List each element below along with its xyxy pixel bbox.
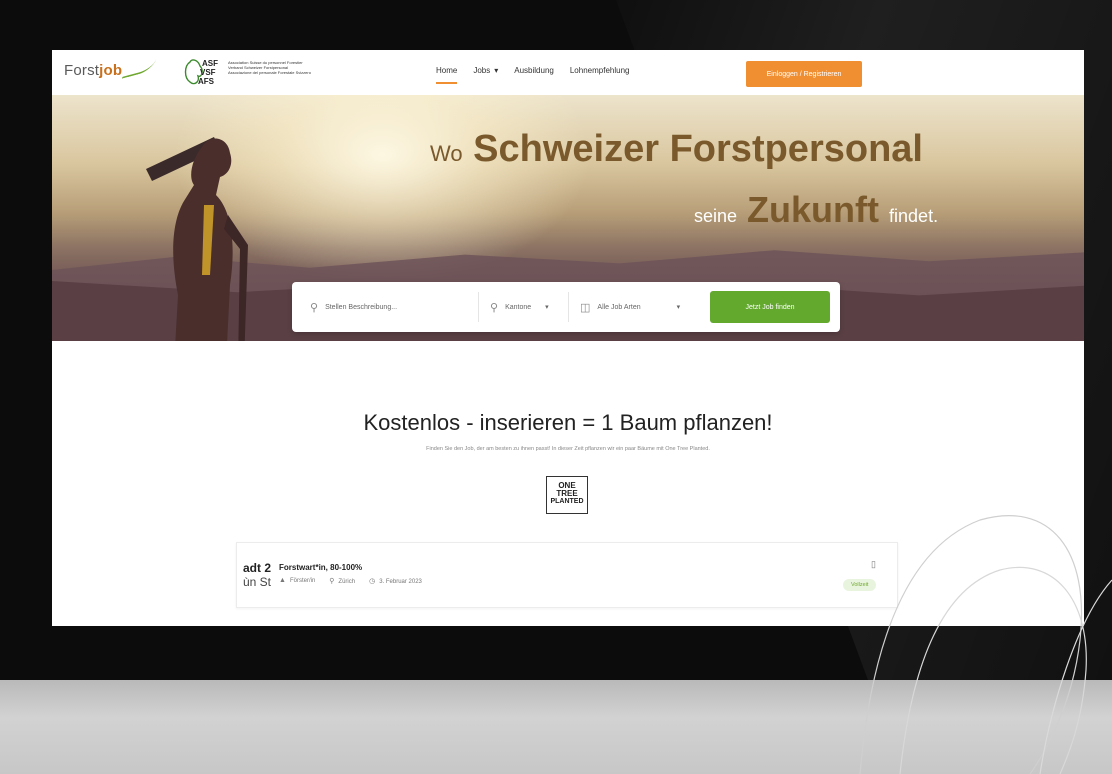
otp-text-tree: TREE <box>556 489 578 498</box>
svg-text:VSF: VSF <box>200 68 216 77</box>
briefcase-icon: ◫ <box>580 301 591 314</box>
leaf-icon <box>121 59 157 79</box>
menu-item-ausbildung[interactable]: Ausbildung <box>514 66 554 84</box>
canton-select[interactable]: ⚲ Kantone ▾ <box>490 282 566 332</box>
hero-text-seine: seine <box>694 206 738 226</box>
company-name: adt 2 ùn St <box>243 561 271 589</box>
login-register-button[interactable]: Einloggen / Registrieren <box>746 61 862 87</box>
promo-subtitle: Finden Sie den Job, der am besten zu ihn… <box>426 446 710 452</box>
hero-headline-line2: seine Zukunft findet. <box>694 189 938 231</box>
job-type-select[interactable]: ◫ Alle Job Arten ▾ <box>580 282 700 332</box>
menu-item-jobs[interactable]: Jobs ▾ <box>473 66 498 84</box>
job-search-bar: ⚲ Stellen Beschreibung... ⚲ Kantone ▾ ◫ … <box>292 282 840 332</box>
keyword-search-field[interactable]: ⚲ Stellen Beschreibung... <box>310 282 470 332</box>
association-logo-icon: ASF VSF AFS <box>184 59 218 86</box>
forstjob-logo[interactable]: Forstjob <box>64 59 157 79</box>
promo-title: Kostenlos - inserieren = 1 Baum pflanzen… <box>363 410 773 435</box>
menu-item-home[interactable]: Home <box>436 66 458 84</box>
job-location-text: Zürich <box>338 579 356 585</box>
graduation-cap-icon: ▲ <box>279 577 286 584</box>
caret-down-icon: ▾ <box>676 304 681 311</box>
menu-item-lohnempfehlung[interactable]: Lohnempfehlung <box>570 66 630 84</box>
employment-type-badge: Vollzeit <box>843 579 877 591</box>
canton-select-label: Kantone <box>505 303 532 311</box>
location-pin-icon: ⚲ <box>490 301 499 314</box>
hero-text-schweizer-forstpersonal: Schweizer Forstpersonal <box>473 128 923 170</box>
job-meta: ▲ Förster/in ⚲ Zürich ◷ 3. Februar 2023 <box>279 577 422 585</box>
logo-text-job: job <box>99 62 123 79</box>
search-divider <box>478 292 479 322</box>
company-name-line1: adt 2 <box>243 561 272 575</box>
svg-text:ASF: ASF <box>202 59 218 68</box>
forester-silhouette-image <box>146 137 248 341</box>
bookmark-icon[interactable]: ▯ <box>871 559 876 570</box>
hero-text-wo: Wo <box>430 141 463 166</box>
hero-text-findet: findet. <box>889 206 939 226</box>
one-tree-planted-logo: ONE TREE PLANTED <box>546 476 588 514</box>
job-title[interactable]: Forstwart*in, 80-100% <box>279 563 362 572</box>
monitor-chin <box>0 680 1112 774</box>
find-job-button[interactable]: Jetzt Job finden <box>710 291 830 323</box>
caret-down-icon: ▾ <box>545 304 549 311</box>
caret-down-icon: ▾ <box>494 66 499 75</box>
job-category: ▲ Förster/in <box>279 577 315 585</box>
keyword-placeholder: Stellen Beschreibung... <box>325 303 398 311</box>
clock-icon: ◷ <box>369 578 376 585</box>
search-divider <box>568 292 569 322</box>
job-category-text: Förster/in <box>289 578 316 584</box>
company-name-line2: ùn St <box>243 575 272 589</box>
association-name: Association Suisse du personnel Forestie… <box>228 60 338 75</box>
svg-text:AFS: AFS <box>198 77 215 86</box>
hero-text-zukunft: Zukunft <box>747 189 880 230</box>
menu-item-jobs-label: Jobs <box>473 66 491 75</box>
otp-text-planted: PLANTED <box>550 498 584 505</box>
main-menu: Home Jobs ▾ Ausbildung Lohnempfehlung <box>436 66 645 84</box>
association-line-it: Associazione del personale Forestale Svi… <box>228 70 311 75</box>
location-pin-icon: ⚲ <box>329 578 335 585</box>
top-navigation: Forstjob ASF VSF AFS Association Suisse … <box>52 50 1084 95</box>
job-location: ⚲ Zürich <box>329 577 355 585</box>
search-icon: ⚲ <box>310 301 319 314</box>
job-date: ◷ 3. Februar 2023 <box>369 577 422 585</box>
job-listing-card[interactable]: adt 2 ùn St Forstwart*in, 80-100% ▲ Först… <box>236 542 898 608</box>
browser-screen: Forstjob ASF VSF AFS Association Suisse … <box>52 50 1084 626</box>
logo-text-forst: Forst <box>64 62 100 79</box>
job-type-select-label: Alle Job Arten <box>597 303 641 311</box>
hero-headline-line1: Wo Schweizer Forstpersonal <box>430 128 923 171</box>
job-date-text: 3. Februar 2023 <box>379 579 422 585</box>
